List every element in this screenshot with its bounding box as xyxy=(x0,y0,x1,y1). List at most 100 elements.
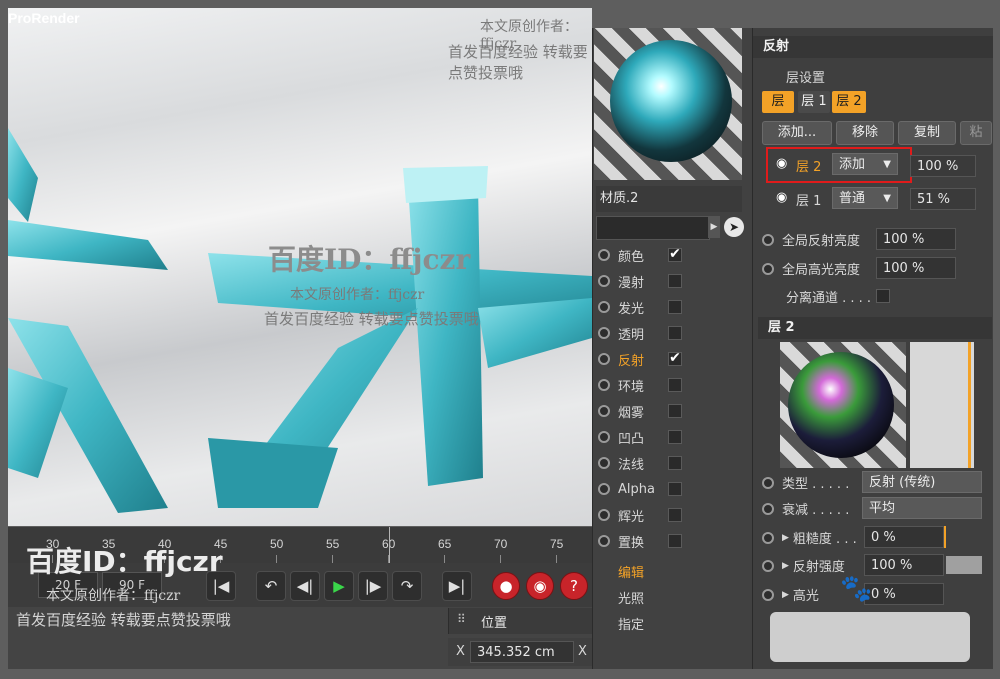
layer2-blend-dropdown[interactable]: 添加 ▼ xyxy=(832,153,898,175)
specular-field[interactable]: 0 % xyxy=(864,583,944,605)
radio-icon[interactable] xyxy=(762,559,774,572)
checkbox-color[interactable]: ✔ xyxy=(668,247,682,262)
reflect-strength-slider[interactable] xyxy=(946,556,982,574)
expand-icon[interactable]: ▶ xyxy=(782,561,789,571)
radio-icon[interactable] xyxy=(598,275,610,287)
radio-icon[interactable] xyxy=(762,588,774,601)
radio-icon[interactable] xyxy=(598,457,610,469)
channel-environment[interactable]: 环境 xyxy=(598,372,682,398)
layer2-name[interactable]: 层 2 xyxy=(796,156,821,175)
channel-luminance[interactable]: 发光 xyxy=(598,294,682,320)
render-viewport[interactable]: 百度ID：ffjczr 本文原创作者：ffjczr 首发百度经验 转载要点赞投票… xyxy=(8,8,592,526)
tab-assign[interactable]: 指定 xyxy=(618,614,644,633)
checkbox-glow[interactable] xyxy=(668,508,682,522)
channel-bump[interactable]: 凹凸 xyxy=(598,424,682,450)
channel-diffuse[interactable]: 漫射 xyxy=(598,268,682,294)
radio-icon[interactable] xyxy=(598,327,610,339)
layer2-opacity-field[interactable]: 100 % xyxy=(910,155,976,177)
tab-illumination[interactable]: 光照 xyxy=(618,588,644,607)
tab-layer-1[interactable]: 层 1 xyxy=(798,91,830,113)
checkbox-fog[interactable] xyxy=(668,404,682,418)
radio-icon[interactable] xyxy=(598,353,610,365)
layer2-header: 层 2 xyxy=(758,317,992,339)
global-spec-row: 全局高光亮度 xyxy=(762,259,860,278)
roughness-slider[interactable] xyxy=(944,526,946,548)
reflect-strength-field[interactable]: 100 % xyxy=(864,554,944,576)
type-dropdown[interactable]: 反射 (传统) xyxy=(862,471,982,493)
radio-icon[interactable] xyxy=(762,531,774,544)
pointer-icon[interactable]: ➤ xyxy=(724,217,744,237)
radio-icon[interactable] xyxy=(598,379,610,391)
roughness-field[interactable]: 0 % xyxy=(864,526,944,548)
channel-transparency[interactable]: 透明 xyxy=(598,320,682,346)
radio-icon[interactable] xyxy=(598,535,610,547)
material-name[interactable]: 材质.2 xyxy=(596,186,742,212)
channel-normal[interactable]: 法线 xyxy=(598,450,682,476)
radio-icon[interactable] xyxy=(598,431,610,443)
channel-color[interactable]: 颜色 ✔ xyxy=(598,242,682,268)
attenuation-dropdown[interactable]: 平均 xyxy=(862,497,982,519)
watermark-line1-bottom: 本文原创作者：ffjczr xyxy=(46,588,181,604)
expand-icon[interactable]: ▶ xyxy=(782,590,789,600)
channel-fog[interactable]: 烟雾 xyxy=(598,398,682,424)
radio-icon[interactable] xyxy=(762,476,774,489)
radio-icon[interactable] xyxy=(762,502,774,515)
go-end-icon[interactable]: ▶| xyxy=(442,571,472,601)
channel-displacement[interactable]: 置换 xyxy=(598,528,682,554)
material-filter-input[interactable] xyxy=(596,216,710,240)
checkbox-diffuse[interactable] xyxy=(668,274,682,288)
channel-reflectance[interactable]: 反射 ✔ xyxy=(598,346,682,372)
checkbox-displacement[interactable] xyxy=(668,534,682,548)
radio-icon[interactable] xyxy=(598,483,610,495)
step-forward-icon[interactable]: |▶ xyxy=(358,571,388,601)
paste-layer-button[interactable]: 粘 xyxy=(960,121,992,145)
checkbox-alpha[interactable] xyxy=(668,482,682,496)
checkbox-bump[interactable] xyxy=(668,430,682,444)
checkbox-luminance[interactable] xyxy=(668,300,682,314)
tab-layer-2[interactable]: 层 2 xyxy=(832,91,866,113)
position-x-input[interactable]: 345.352 cm xyxy=(470,641,574,663)
copy-layer-button[interactable]: 复制 xyxy=(898,121,956,145)
layer1-name[interactable]: 层 1 xyxy=(796,190,821,209)
checkbox-environment[interactable] xyxy=(668,378,682,392)
layer1-blend-dropdown[interactable]: 普通 ▼ xyxy=(832,187,898,209)
remove-layer-button[interactable]: 移除 xyxy=(836,121,894,145)
tab-editor[interactable]: 编辑 xyxy=(618,562,644,581)
global-spec-field[interactable]: 100 % xyxy=(876,257,956,279)
layer1-opacity-field[interactable]: 51 % xyxy=(910,188,976,210)
prev-key-icon[interactable]: ↶ xyxy=(256,571,286,601)
reflect-strength-row: ▶ 反射强度 xyxy=(762,556,845,575)
radio-icon[interactable] xyxy=(598,405,610,417)
keyframe-help-icon[interactable]: ? xyxy=(560,572,588,600)
autokey-icon[interactable]: ◉ xyxy=(526,572,554,600)
separate-pass-checkbox[interactable] xyxy=(876,289,890,303)
radio-icon[interactable] xyxy=(598,301,610,313)
visibility-icon[interactable]: ◉ xyxy=(776,156,787,171)
step-back-icon[interactable]: ◀| xyxy=(290,571,320,601)
visibility-icon[interactable]: ◉ xyxy=(776,190,787,205)
radio-icon[interactable] xyxy=(762,233,774,246)
layer2-gradient-strip xyxy=(910,342,974,468)
channel-glow[interactable]: 辉光 xyxy=(598,502,682,528)
expand-icon[interactable]: ▶ xyxy=(782,533,789,543)
watermark-id-bottom: 百度ID：ffjczr xyxy=(26,545,223,578)
tab-layer[interactable]: 层 xyxy=(762,91,794,113)
radio-icon[interactable] xyxy=(598,509,610,521)
tick-label: 55 xyxy=(326,537,340,551)
layer2-preview-sphere xyxy=(788,352,894,458)
playhead[interactable] xyxy=(389,527,390,563)
material-preview-sphere xyxy=(610,40,732,162)
radio-icon[interactable] xyxy=(762,262,774,275)
record-key-icon[interactable]: ● xyxy=(492,572,520,600)
radio-icon[interactable] xyxy=(598,249,610,261)
channel-alpha[interactable]: Alpha xyxy=(598,476,682,502)
global-reflect-field[interactable]: 100 % xyxy=(876,228,956,250)
play-icon[interactable]: ▶ xyxy=(324,571,354,601)
add-layer-button[interactable]: 添加... xyxy=(762,121,832,145)
next-key-icon[interactable]: ↷ xyxy=(392,571,422,601)
filter-arrow-icon[interactable]: ▶ xyxy=(708,216,720,238)
layer1-mode: 普通 xyxy=(839,191,866,206)
checkbox-normal[interactable] xyxy=(668,456,682,470)
checkbox-reflectance[interactable]: ✔ xyxy=(668,351,682,366)
checkbox-transparency[interactable] xyxy=(668,326,682,340)
